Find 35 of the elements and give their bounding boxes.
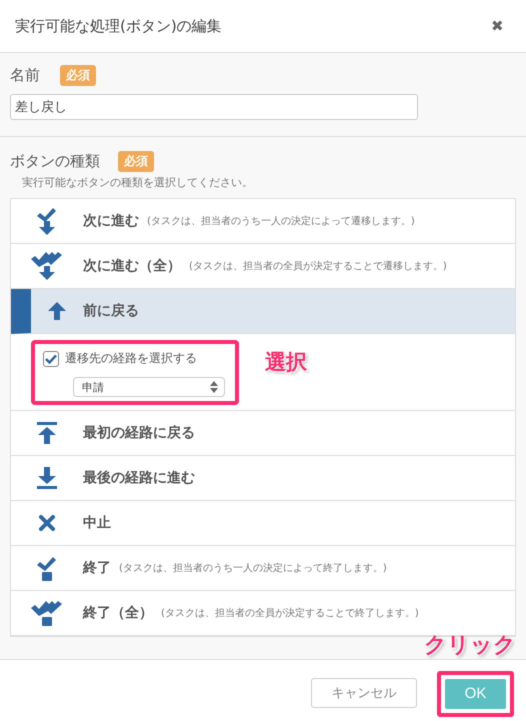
option-note: (タスクは、担当者のうち一人の決定によって終了します。) — [119, 562, 387, 575]
name-input-field[interactable]: 差し戻し — [10, 94, 418, 120]
help-text: 実行可能なボタンの種類を選択してください。 — [22, 175, 254, 190]
up-arrow-icon — [48, 302, 66, 320]
annotation-label: 選択 — [265, 349, 307, 376]
option-label: 最後の経路に進む — [83, 469, 195, 487]
option-label: 次に進む — [83, 212, 139, 230]
option-label: 次に進む（全） — [83, 257, 181, 275]
option-label: 終了 — [83, 559, 111, 577]
dialog-title: 実行可能な処理(ボタン)の編集 — [15, 16, 222, 36]
option-label: 中止 — [83, 514, 111, 532]
option-note: (タスクは、担当者の全員が決定することで終了します。) — [161, 606, 419, 620]
option-label: 前に戻る — [83, 302, 139, 320]
multi-check-down-arrow-icon — [31, 251, 63, 281]
route-select[interactable]: 申請 — [73, 377, 225, 397]
option-row[interactable]: 前に戻る — [11, 289, 515, 334]
field-label: ボタンの種類 — [10, 152, 100, 171]
field-label: 名前 — [10, 66, 40, 85]
arrow-to-top-icon — [37, 422, 57, 444]
updown-caret-icon — [210, 381, 218, 393]
required-badge: 必須 — [118, 151, 154, 172]
check-square-icon — [37, 555, 57, 581]
arrow-to-bottom-icon — [37, 467, 57, 489]
multi-check-square-icon — [31, 600, 63, 626]
cross-icon — [39, 515, 55, 531]
close-button[interactable]: ✖ — [491, 17, 504, 35]
check-down-arrow-icon — [37, 206, 57, 236]
required-badge: 必須 — [60, 65, 96, 86]
option-label: 終了（全） — [83, 604, 153, 622]
option-note: (タスクは、担当者の全員が決定することで遷移します。) — [189, 260, 447, 273]
option-label: 最初の経路に戻る — [83, 424, 195, 442]
cancel-button[interactable]: キャンセル — [311, 678, 417, 708]
checkbox[interactable] — [43, 350, 59, 366]
option-note: (タスクは、担当者のうち一人の決定によって遷移します。) — [147, 214, 415, 228]
checkbox-label: 遷移先の経路を選択する — [65, 350, 197, 367]
